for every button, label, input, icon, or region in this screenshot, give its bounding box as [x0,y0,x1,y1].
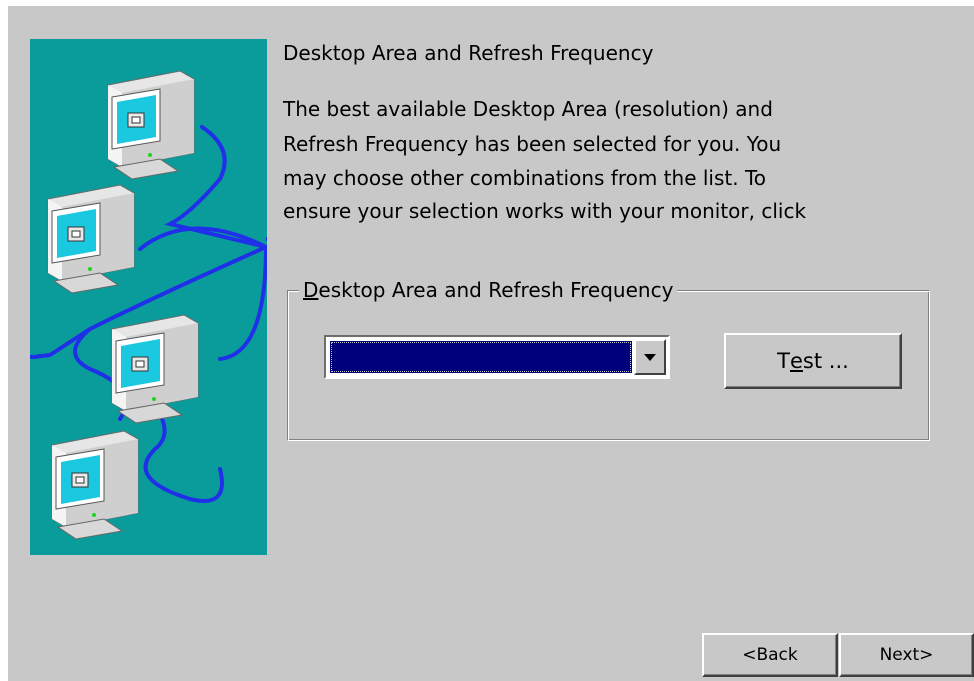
group-legend-rest: esktop Area and Refresh Frequency [318,278,674,302]
test-button[interactable]: Te st ... [724,333,902,389]
resolution-dropdown[interactable] [324,335,670,379]
networked-monitors-illustration [30,39,267,555]
description-line: The best available Desktop Area (resolut… [283,97,773,121]
monitors-network-icon [30,70,267,540]
test-button-accel: e [790,349,803,373]
resolution-dropdown-value[interactable] [330,341,632,373]
dropdown-arrow-button[interactable] [634,339,666,375]
next-button[interactable]: Next> [839,633,974,677]
description-line: may choose other combinations from the l… [283,166,767,190]
group-legend-accel: D [303,278,319,302]
back-button[interactable]: <Back [702,633,838,677]
description-line: ensure your selection works with your mo… [283,199,807,223]
test-button-prefix: T [777,349,790,373]
page-title: Desktop Area and Refresh Frequency [283,41,654,65]
description-line: Refresh Frequency has been selected for … [283,132,782,156]
group-legend: Desktop Area and Refresh Frequency [299,278,678,302]
wizard-dialog: Desktop Area and Refresh Frequency The b… [8,6,974,681]
test-button-rest: st ... [802,349,849,373]
chevron-down-icon [644,353,656,361]
